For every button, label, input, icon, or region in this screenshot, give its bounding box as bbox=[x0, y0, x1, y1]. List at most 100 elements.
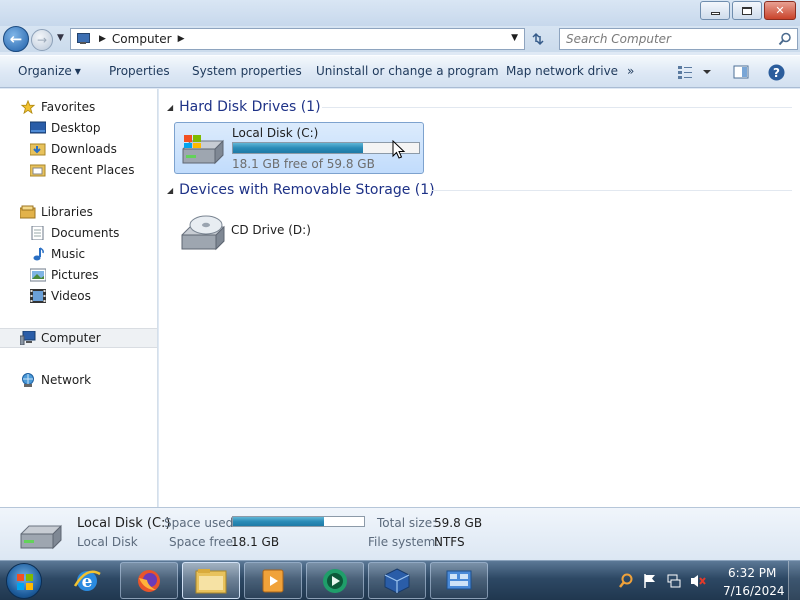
search-icon[interactable] bbox=[778, 32, 792, 46]
nav-videos[interactable]: Videos bbox=[0, 286, 157, 306]
network-status-icon[interactable] bbox=[666, 573, 682, 589]
nav-downloads-label: Downloads bbox=[51, 142, 117, 156]
drive-local-disk-c[interactable]: Local Disk (C:) 18.1 GB free of 59.8 GB bbox=[174, 122, 424, 174]
change-view-button[interactable] bbox=[678, 64, 712, 83]
address-bar[interactable]: ▶ Computer ▶ ▼ bbox=[70, 28, 525, 50]
folder-icon bbox=[195, 568, 227, 593]
nav-pictures-label: Pictures bbox=[51, 268, 99, 282]
minimize-icon bbox=[710, 12, 720, 15]
libraries-icon bbox=[20, 205, 36, 219]
group-divider bbox=[431, 190, 792, 191]
space-used-fill bbox=[233, 517, 325, 526]
help-button[interactable]: ? bbox=[768, 64, 785, 84]
address-row: ← → ▼ ▶ Computer ▶ ▼ bbox=[0, 26, 800, 52]
nav-music[interactable]: Music bbox=[0, 244, 157, 264]
space-used-bar bbox=[232, 516, 365, 527]
action-center-flag-icon[interactable] bbox=[642, 573, 658, 589]
nav-documents[interactable]: Documents bbox=[0, 223, 157, 243]
group-divider bbox=[322, 107, 792, 108]
window-controls: ✕ bbox=[700, 1, 796, 20]
back-button[interactable]: ← bbox=[3, 26, 29, 52]
file-system-value: NTFS bbox=[434, 535, 465, 549]
clock-date[interactable]: 7/16/2024 bbox=[723, 584, 785, 598]
taskbar-windows-explorer[interactable] bbox=[182, 562, 240, 599]
start-button[interactable] bbox=[6, 563, 42, 599]
title-bar: ✕ bbox=[0, 0, 800, 26]
volume-muted-icon[interactable] bbox=[690, 573, 706, 589]
firefox-icon bbox=[138, 569, 160, 592]
pictures-icon bbox=[30, 268, 46, 282]
clock-time[interactable]: 6:32 PM bbox=[728, 566, 776, 580]
drive-usage-fill bbox=[233, 143, 363, 153]
taskbar-internet-explorer[interactable]: e bbox=[58, 562, 116, 599]
minimize-button[interactable] bbox=[700, 1, 730, 20]
details-drive-name: Local Disk (C:) bbox=[77, 516, 171, 531]
refresh-button[interactable] bbox=[527, 28, 549, 50]
play-circle-icon bbox=[323, 568, 347, 593]
collapse-arrow-icon[interactable]: ◢ bbox=[167, 186, 173, 195]
chevron-down-icon: ▼ bbox=[74, 67, 81, 76]
close-button[interactable]: ✕ bbox=[764, 1, 796, 20]
breadcrumb-arrow-icon[interactable]: ▶ bbox=[99, 34, 106, 44]
magnifier-icon[interactable] bbox=[618, 573, 634, 589]
breadcrumb-arrow-icon[interactable]: ▶ bbox=[178, 34, 185, 44]
nav-music-label: Music bbox=[51, 247, 86, 261]
hard-drive-icon bbox=[182, 135, 224, 165]
breadcrumb-computer[interactable]: Computer bbox=[112, 32, 172, 46]
nav-downloads[interactable]: Downloads bbox=[0, 139, 157, 159]
organize-button[interactable]: Organize ▼ bbox=[18, 64, 81, 78]
address-dropdown-icon[interactable]: ▼ bbox=[511, 33, 518, 43]
uninstall-program-button[interactable]: Uninstall or change a program bbox=[316, 64, 499, 78]
group-removable-label: Devices with Removable Storage (1) bbox=[179, 182, 435, 198]
search-box[interactable] bbox=[559, 28, 798, 50]
taskbar-firefox[interactable] bbox=[120, 562, 178, 599]
preview-pane-button[interactable] bbox=[733, 64, 749, 83]
nav-network[interactable]: Network bbox=[0, 370, 157, 390]
drive-free-space: 18.1 GB free of 59.8 GB bbox=[232, 157, 375, 171]
drive-name: CD Drive (D:) bbox=[231, 223, 311, 237]
taskbar-virtualbox[interactable] bbox=[368, 562, 426, 599]
videos-icon bbox=[30, 289, 46, 303]
recent-pages-dropdown[interactable]: ▼ bbox=[57, 33, 64, 43]
group-hdd-label: Hard Disk Drives (1) bbox=[179, 99, 321, 115]
help-icon: ? bbox=[768, 64, 785, 81]
nav-documents-label: Documents bbox=[51, 226, 120, 240]
windows-logo-icon bbox=[17, 574, 33, 590]
group-header-hard-disk-drives[interactable]: ◢ Hard Disk Drives (1) bbox=[167, 97, 321, 117]
nav-desktop-label: Desktop bbox=[51, 121, 101, 135]
space-free-label: Space free: bbox=[169, 535, 238, 549]
nav-favorites[interactable]: Favorites bbox=[0, 97, 157, 117]
star-icon bbox=[20, 100, 36, 114]
map-network-drive-button[interactable]: Map network drive bbox=[506, 64, 618, 78]
nav-recent-places-label: Recent Places bbox=[51, 163, 135, 177]
nav-pictures[interactable]: Pictures bbox=[0, 265, 157, 285]
organize-label: Organize bbox=[18, 64, 72, 78]
virtualbox-icon bbox=[384, 567, 410, 594]
restore-icon bbox=[742, 6, 752, 15]
nav-libraries[interactable]: Libraries bbox=[0, 202, 157, 222]
show-desktop-button[interactable] bbox=[788, 561, 800, 600]
taskbar-control-panel[interactable] bbox=[430, 562, 488, 599]
nav-desktop[interactable]: Desktop bbox=[0, 118, 157, 138]
file-system-label: File system: bbox=[368, 535, 440, 549]
downloads-folder-icon bbox=[30, 143, 46, 156]
search-input[interactable] bbox=[560, 29, 770, 49]
nav-network-label: Network bbox=[41, 373, 92, 387]
collapse-arrow-icon[interactable]: ◢ bbox=[167, 103, 173, 112]
drive-cd-d[interactable]: CD Drive (D:) bbox=[174, 207, 424, 259]
drive-name: Local Disk (C:) bbox=[232, 126, 319, 140]
taskbar-app-green[interactable] bbox=[306, 562, 364, 599]
nav-recent-places[interactable]: Recent Places bbox=[0, 160, 157, 180]
close-icon: ✕ bbox=[775, 4, 785, 17]
taskbar-media-player[interactable] bbox=[244, 562, 302, 599]
maximize-button[interactable] bbox=[732, 1, 762, 20]
computer-icon bbox=[20, 331, 36, 345]
system-properties-button[interactable]: System properties bbox=[192, 64, 302, 78]
nav-libraries-label: Libraries bbox=[41, 205, 93, 219]
forward-button[interactable]: → bbox=[31, 29, 53, 51]
nav-computer[interactable]: Computer bbox=[0, 328, 157, 348]
group-header-removable-storage[interactable]: ◢ Devices with Removable Storage (1) bbox=[167, 180, 435, 200]
more-commands-button[interactable]: » bbox=[627, 64, 634, 78]
properties-button[interactable]: Properties bbox=[109, 64, 170, 78]
space-used-label: Space used: bbox=[164, 516, 238, 530]
